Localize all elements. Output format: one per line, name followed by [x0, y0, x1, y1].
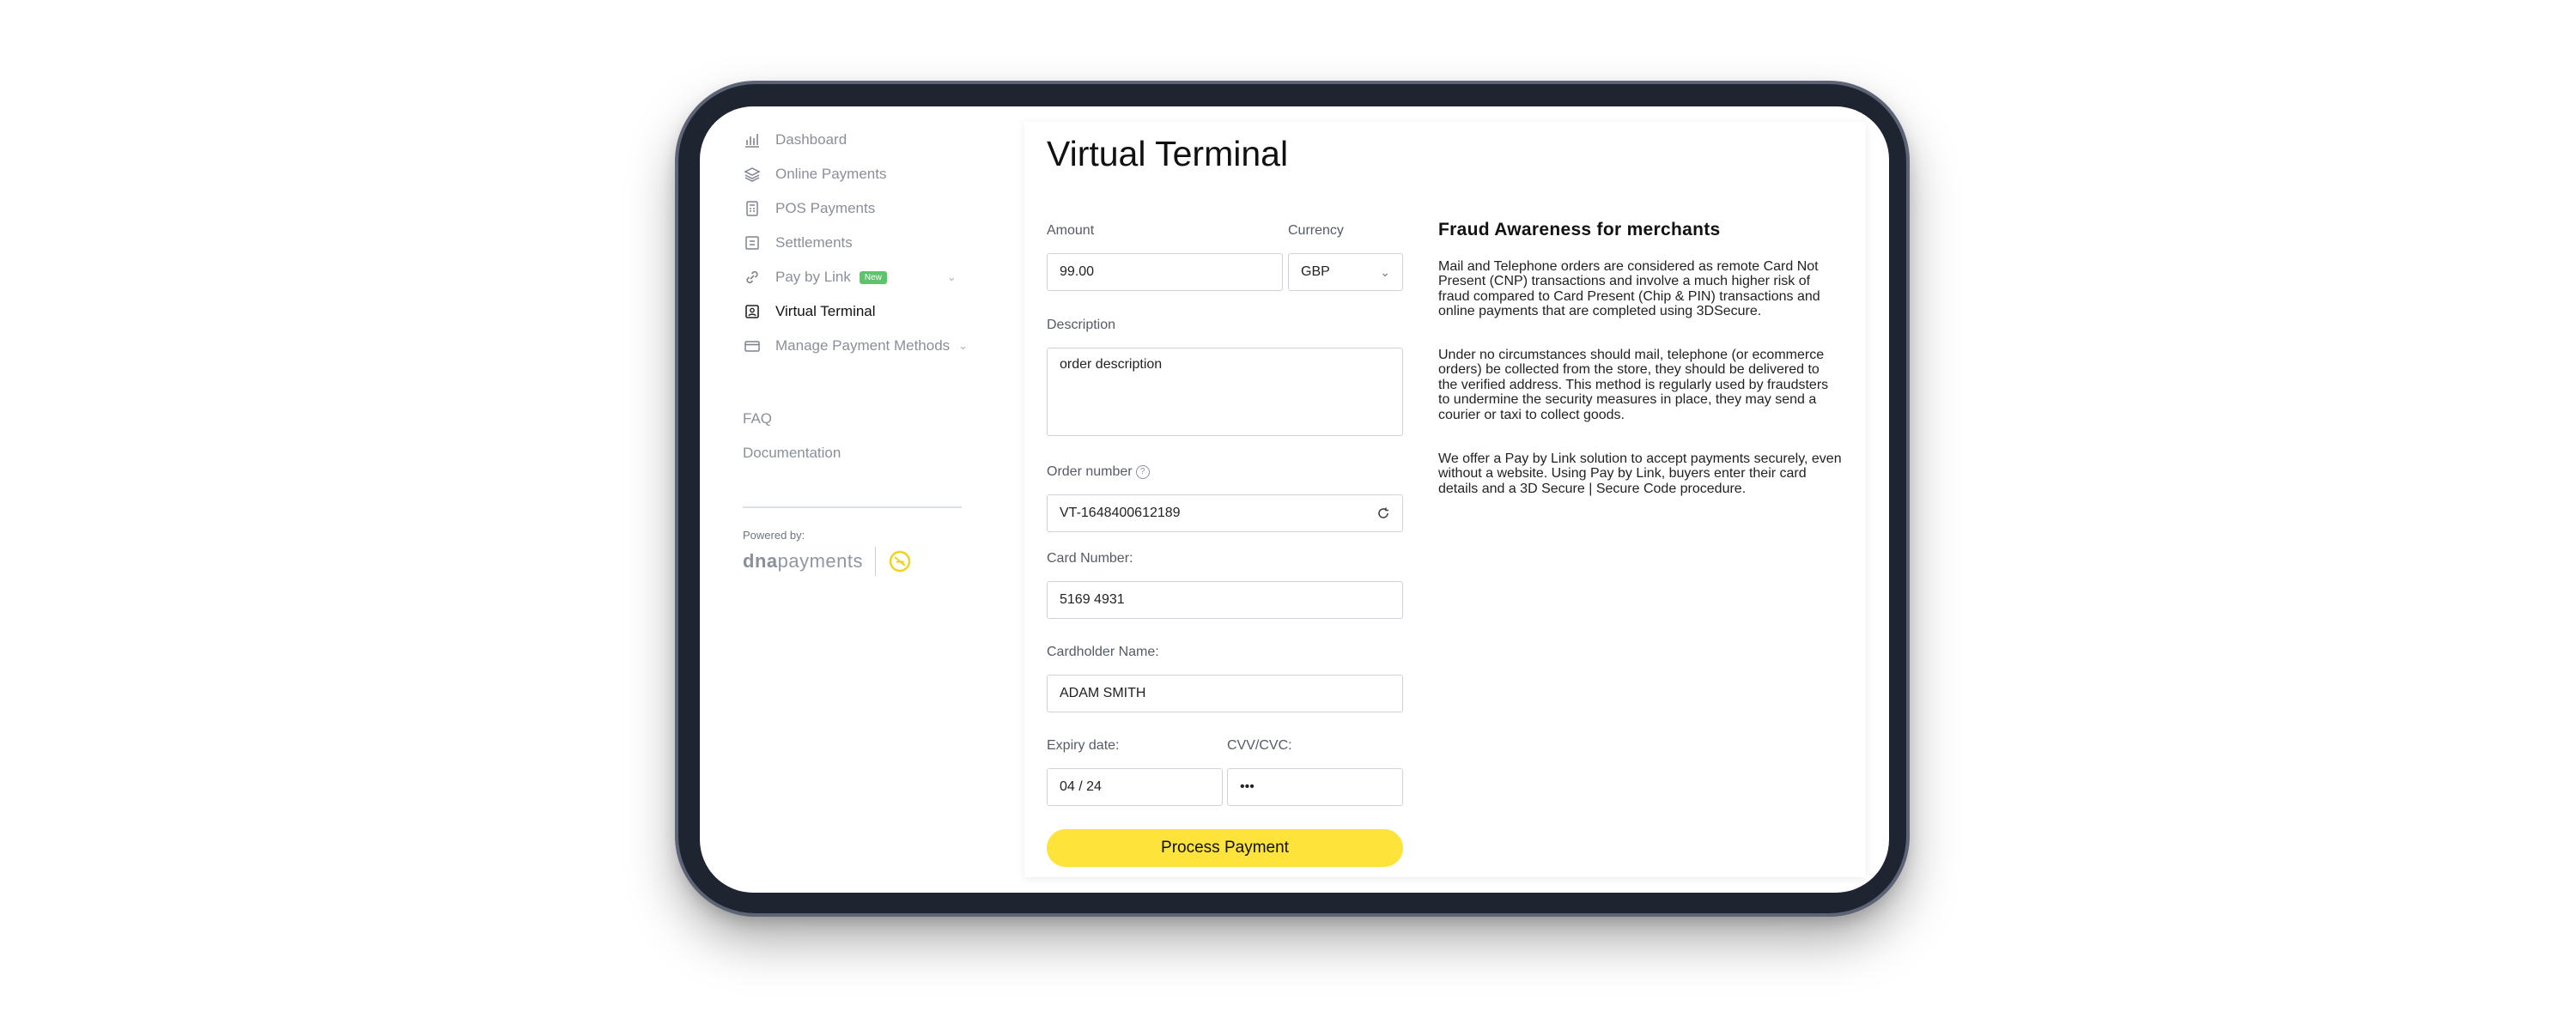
sidebar-item-manage-payment-methods[interactable]: Manage Payment Methods ⌄ [743, 333, 968, 359]
settlements-icon [743, 233, 762, 252]
bar-chart-icon [743, 130, 762, 149]
order-number-label: Order number? [1047, 464, 1150, 480]
chevron-down-icon[interactable]: ⌄ [958, 339, 968, 353]
virtual-terminal-panel: Virtual Terminal Amount Currency GBP ⌄ D… [1024, 122, 1866, 877]
faq-link[interactable]: FAQ [743, 410, 772, 427]
layers-icon [743, 165, 762, 184]
order-number-field[interactable]: VT-1648400612189 [1047, 494, 1403, 532]
sidebar-item-online-payments[interactable]: Online Payments [743, 161, 886, 187]
sidebar-item-label: POS Payments [775, 200, 876, 216]
sidebar-item-label: Online Payments [775, 166, 887, 182]
fraud-paragraph: Mail and Telephone orders are considered… [1438, 259, 1820, 319]
sidebar-item-pay-by-link[interactable]: Pay by Link New ⌄ [743, 264, 957, 290]
new-badge: New [859, 270, 887, 284]
sidebar-item-label: Settlements [775, 234, 853, 251]
card-number-label: Card Number: [1047, 551, 1133, 566]
description-textarea[interactable]: order description [1047, 348, 1403, 436]
description-label: Description [1047, 318, 1116, 332]
tablet-screen: Dashboard Online Payments POS Payments S… [700, 106, 1889, 893]
expiry-date-input[interactable] [1047, 768, 1223, 806]
fraud-paragraph: We offer a Pay by Link solution to accep… [1438, 451, 1842, 496]
link-icon [743, 268, 762, 287]
cardholder-name-input[interactable] [1047, 675, 1403, 712]
virtual-terminal-icon [743, 302, 762, 321]
order-number-value: VT-1648400612189 [1060, 506, 1181, 520]
expiry-date-label: Expiry date: [1047, 738, 1120, 753]
brand-mark-icon [889, 550, 911, 573]
currency-label: Currency [1288, 223, 1344, 238]
currency-select[interactable]: GBP ⌄ [1288, 253, 1403, 291]
sidebar-item-label: Dashboard [775, 131, 848, 148]
card-icon [743, 336, 762, 355]
sidebar: Dashboard Online Payments POS Payments S… [700, 106, 1026, 893]
sidebar-item-label: Pay by Link [775, 269, 851, 285]
amount-label: Amount [1047, 223, 1095, 238]
sidebar-item-label: Virtual Terminal [775, 303, 876, 319]
page-title: Virtual Terminal [1047, 134, 1289, 173]
card-number-input[interactable] [1047, 581, 1403, 619]
sidebar-item-virtual-terminal[interactable]: Virtual Terminal [743, 299, 876, 324]
fraud-paragraph: Under no circumstances should mail, tele… [1438, 348, 1829, 422]
dna-payments-logo: dnapayments [743, 547, 912, 576]
documentation-link[interactable]: Documentation [743, 445, 841, 462]
amount-input[interactable] [1047, 253, 1283, 291]
sidebar-divider [743, 506, 962, 508]
help-icon[interactable]: ? [1135, 464, 1150, 479]
pos-terminal-icon [743, 199, 762, 218]
cvv-input[interactable] [1227, 768, 1403, 806]
cvv-label: CVV/CVC: [1227, 738, 1292, 753]
process-payment-button[interactable]: Process Payment [1047, 829, 1403, 867]
sidebar-item-dashboard[interactable]: Dashboard [743, 127, 847, 153]
chevron-down-icon: ⌄ [1380, 264, 1390, 279]
sidebar-item-settlements[interactable]: Settlements [743, 230, 853, 256]
fraud-awareness-title: Fraud Awareness for merchants [1438, 220, 1721, 239]
currency-value: GBP [1301, 264, 1330, 279]
sidebar-item-label: Manage Payment Methods [775, 337, 951, 354]
cardholder-name-label: Cardholder Name: [1047, 645, 1159, 659]
sidebar-item-pos-payments[interactable]: POS Payments [743, 196, 875, 221]
chevron-down-icon[interactable]: ⌄ [947, 270, 957, 284]
powered-by-label: Powered by: [743, 529, 805, 542]
refresh-icon[interactable] [1376, 506, 1390, 520]
